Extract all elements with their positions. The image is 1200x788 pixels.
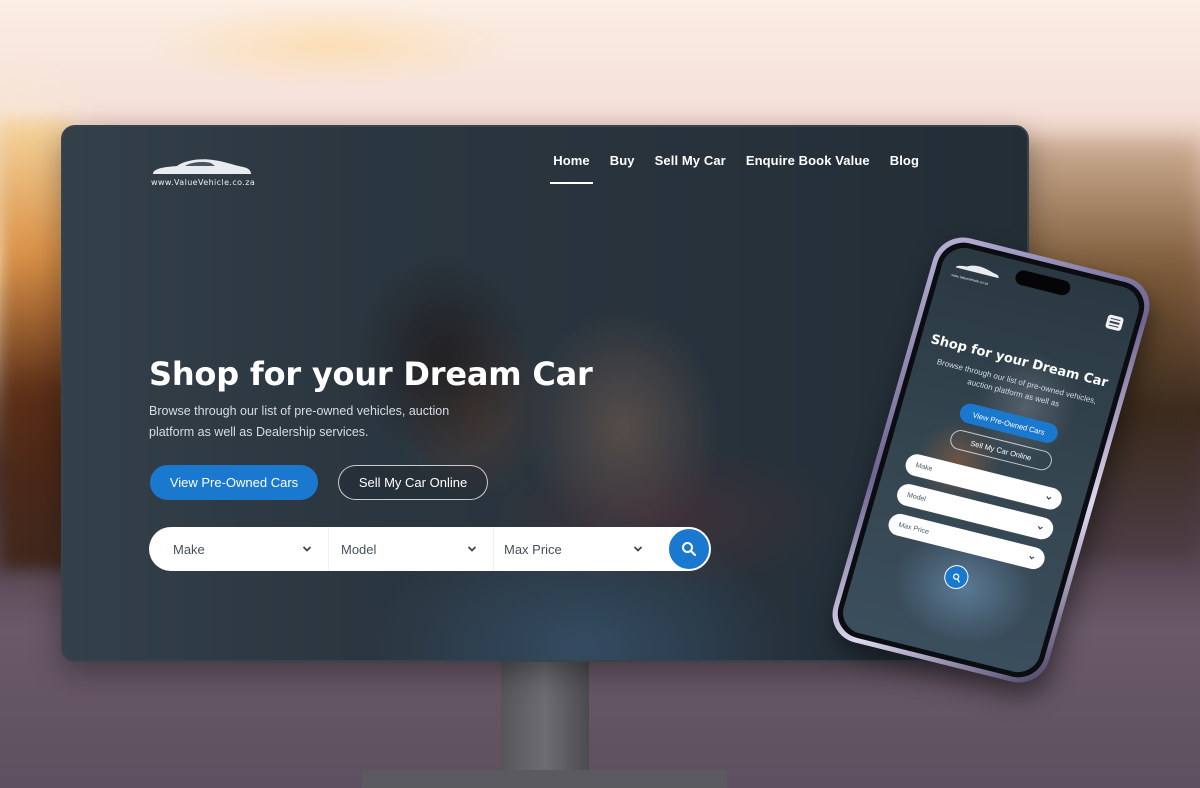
mobile-max-price-label: Max Price bbox=[897, 521, 930, 536]
search-icon bbox=[952, 572, 960, 582]
main-nav: Home Buy Sell My Car Enquire Book Value … bbox=[550, 153, 919, 184]
chevron-down-icon bbox=[467, 546, 477, 552]
hamburger-menu-icon[interactable] bbox=[1104, 314, 1125, 332]
dynamic-island bbox=[1013, 268, 1073, 297]
chevron-down-icon bbox=[1046, 496, 1052, 500]
nav-buy[interactable]: Buy bbox=[610, 153, 635, 180]
site-logo[interactable]: www.ValueVehicle.co.za bbox=[151, 157, 256, 187]
max-price-select[interactable]: Max Price bbox=[494, 527, 659, 571]
mobile-search-button[interactable] bbox=[941, 562, 972, 592]
vehicle-search-bar: Make Model Max Price bbox=[149, 527, 711, 571]
logo-text: www.ValueVehicle.co.za bbox=[151, 178, 256, 187]
nav-home[interactable]: Home bbox=[550, 153, 593, 184]
chevron-down-icon bbox=[302, 546, 312, 552]
chevron-down-icon bbox=[633, 546, 643, 552]
model-select-label: Model bbox=[341, 541, 377, 557]
nav-enquire-book-value[interactable]: Enquire Book Value bbox=[746, 153, 870, 180]
car-logo-icon bbox=[153, 159, 251, 174]
make-select-label: Make bbox=[173, 541, 205, 557]
nav-blog[interactable]: Blog bbox=[890, 153, 919, 180]
max-price-select-label: Max Price bbox=[504, 541, 562, 557]
monitor-stand-base bbox=[362, 770, 727, 788]
chevron-down-icon bbox=[1037, 525, 1043, 530]
model-select[interactable]: Model bbox=[329, 527, 494, 571]
mobile-site-logo[interactable]: www.ValueVehicle.co.za bbox=[951, 256, 1004, 289]
view-pre-owned-cars-button[interactable]: View Pre-Owned Cars bbox=[150, 465, 318, 500]
make-select[interactable]: Make bbox=[149, 527, 329, 571]
search-button[interactable] bbox=[667, 527, 711, 571]
sell-my-car-online-button[interactable]: Sell My Car Online bbox=[338, 465, 488, 500]
background-blur-left bbox=[0, 120, 70, 570]
monitor-stand-neck bbox=[501, 662, 589, 780]
hero-title: Shop for your Dream Car bbox=[149, 355, 593, 393]
search-icon bbox=[682, 542, 697, 557]
mobile-model-label: Model bbox=[906, 491, 927, 503]
mobile-make-label: Make bbox=[914, 461, 934, 473]
chevron-down-icon bbox=[1029, 555, 1035, 560]
nav-sell-my-car[interactable]: Sell My Car bbox=[655, 153, 726, 180]
hero-subtitle: Browse through our list of pre-owned veh… bbox=[149, 404, 450, 439]
